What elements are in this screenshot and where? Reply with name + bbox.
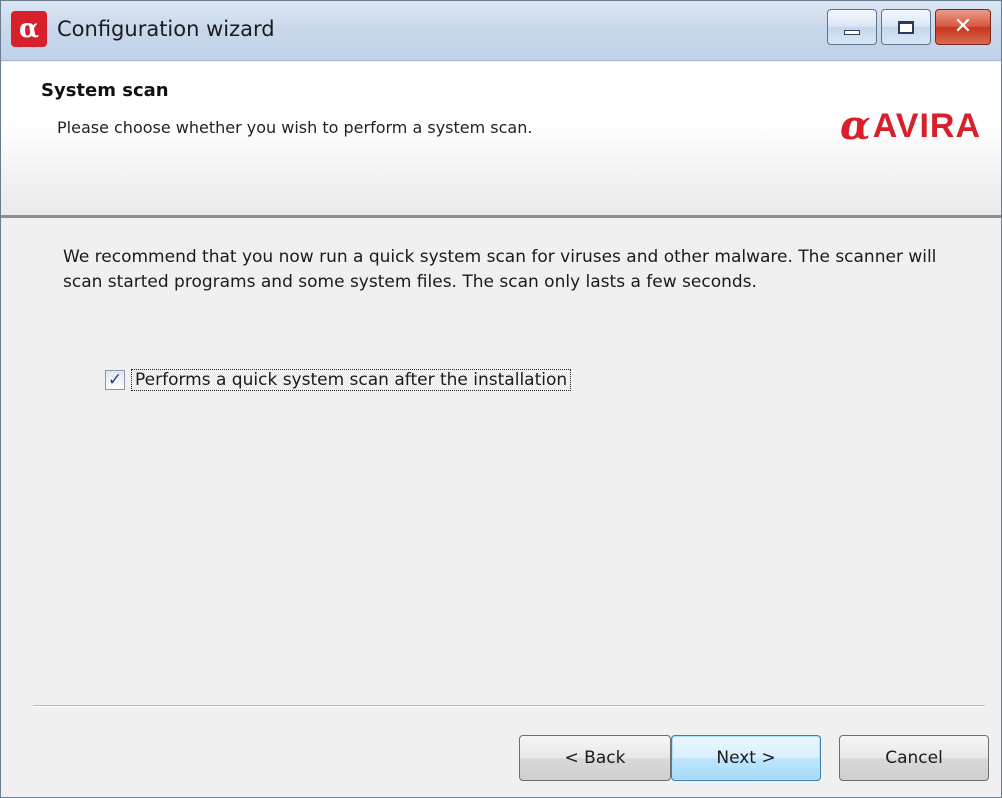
footer-separator (33, 705, 985, 707)
wizard-body: We recommend that you now run a quick sy… (1, 221, 1001, 798)
wizard-header: System scan Please choose whether you wi… (1, 62, 1001, 218)
avira-umbrella-icon[interactable]: α (11, 11, 47, 47)
page-subtitle: Please choose whether you wish to perfor… (57, 118, 533, 137)
close-button[interactable]: ✕ (935, 9, 991, 45)
next-button[interactable]: Next > (671, 735, 821, 781)
window-title: Configuration wizard (57, 17, 275, 41)
avira-umbrella-icon: α (839, 102, 871, 149)
configuration-wizard-window: α Configuration wizard ✕ System scan Ple… (0, 0, 1002, 798)
scan-description: We recommend that you now run a quick sy… (63, 247, 937, 292)
minimize-icon (844, 29, 860, 35)
maximize-button[interactable] (881, 9, 931, 45)
quick-scan-checkbox[interactable]: ✓ (105, 370, 125, 390)
close-icon: ✕ (953, 14, 973, 39)
avira-logo: α AVIRA (840, 106, 981, 146)
avira-wordmark: AVIRA (872, 106, 981, 145)
minimize-button[interactable] (827, 9, 877, 45)
cancel-button[interactable]: Cancel (839, 735, 989, 781)
checkmark-icon: ✓ (107, 370, 123, 390)
maximize-icon (898, 20, 914, 34)
quick-scan-option[interactable]: ✓ Performs a quick system scan after the… (105, 369, 572, 391)
quick-scan-label[interactable]: Performs a quick system scan after the i… (131, 369, 572, 391)
page-title: System scan (41, 80, 169, 101)
title-bar[interactable]: α Configuration wizard ✕ (1, 1, 1001, 61)
back-button[interactable]: < Back (519, 735, 671, 781)
